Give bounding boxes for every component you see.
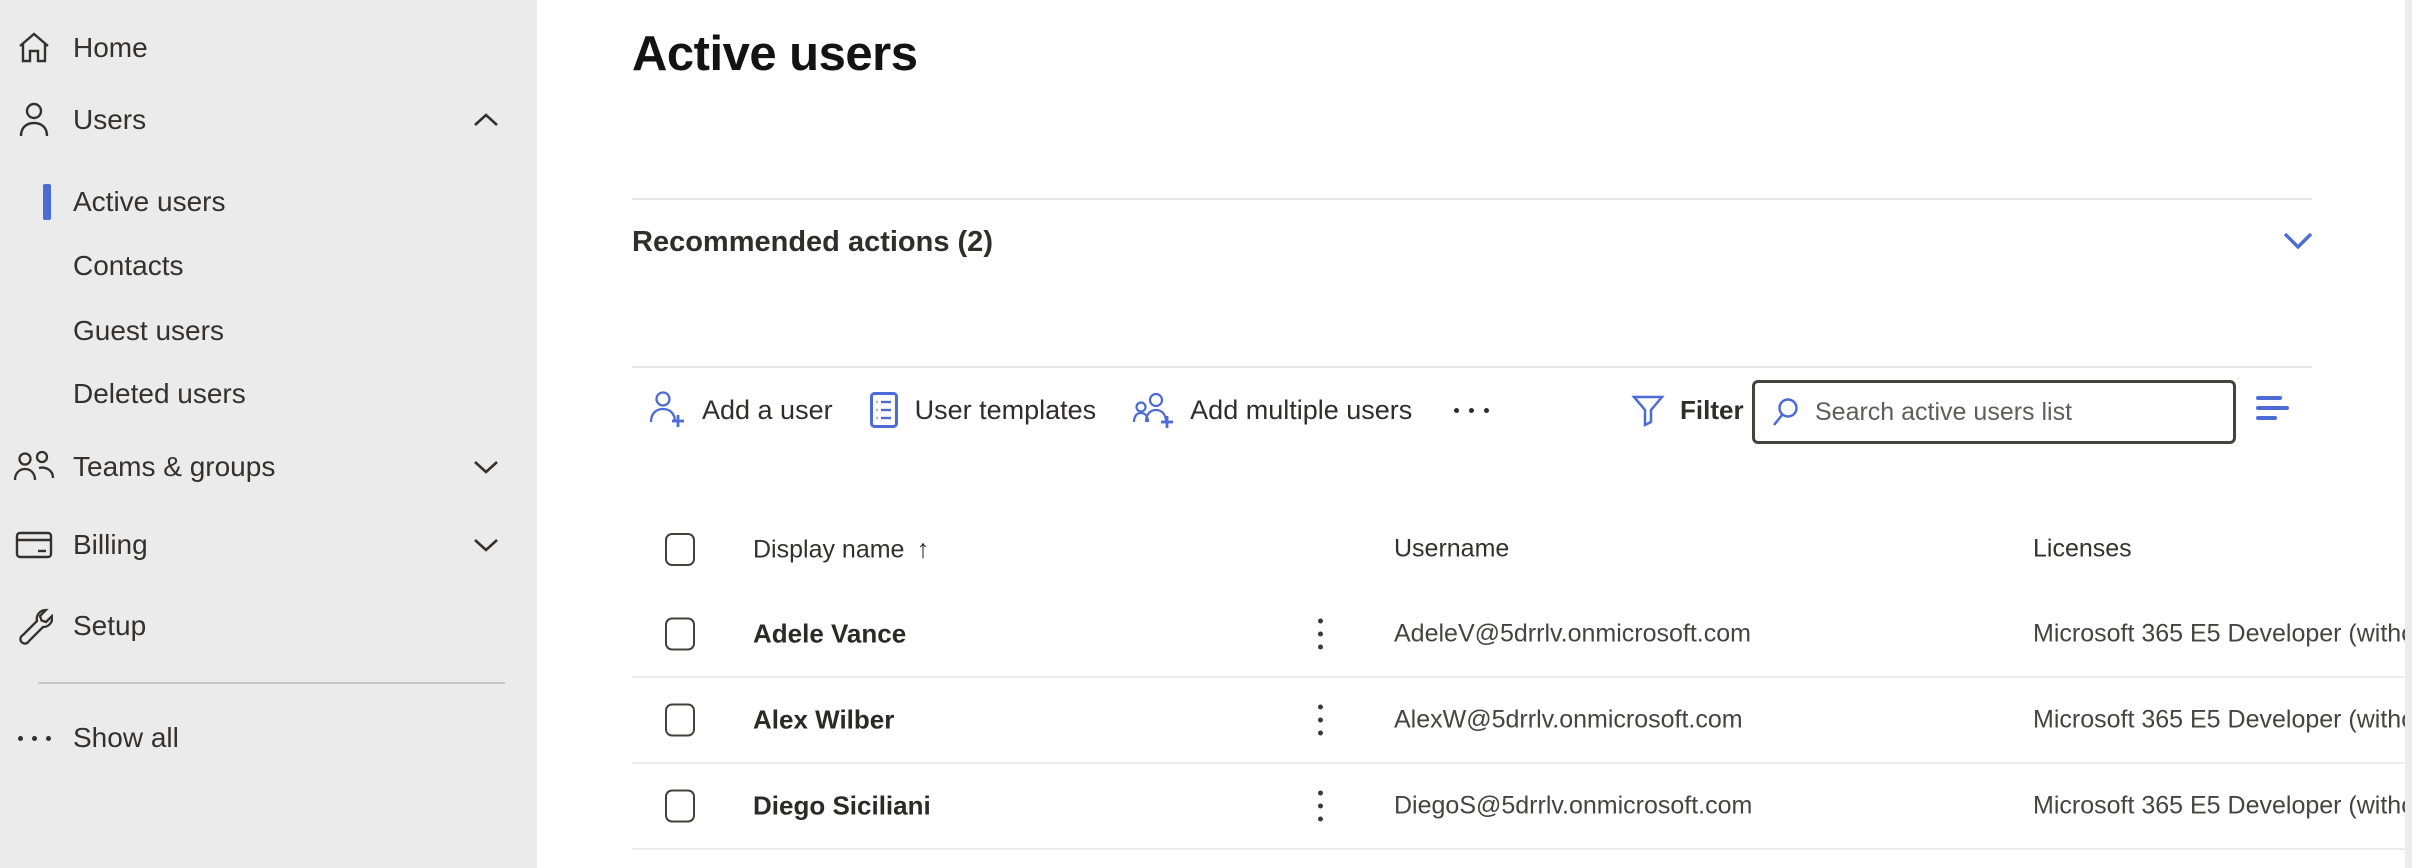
filter-button[interactable]: Filter — [1630, 378, 1744, 442]
display-name-cell[interactable]: Diego Siciliani — [753, 791, 931, 822]
select-all-checkbox[interactable] — [665, 533, 695, 566]
title-divider — [632, 198, 2312, 200]
username-cell: AdeleV@5drrlv.onmicrosoft.com — [1394, 620, 1751, 649]
column-header-username[interactable]: Username — [1394, 535, 1509, 564]
sidebar-item-label: Active users — [73, 186, 226, 218]
search-box — [1752, 380, 2236, 444]
template-list-icon — [869, 391, 899, 429]
chevron-down-icon[interactable] — [472, 537, 500, 553]
user-templates-button[interactable]: User templates — [869, 391, 1097, 429]
sidebar-item-guest-users[interactable]: Guest users — [0, 299, 537, 363]
column-header-display-name[interactable]: Display name ↑ — [753, 534, 929, 565]
filter-label: Filter — [1680, 395, 1744, 426]
sidebar-item-label: Show all — [73, 722, 179, 754]
sidebar-item-label: Home — [73, 32, 148, 64]
left-nav: Home Users Active users Contacts Guest u… — [0, 0, 537, 868]
sidebar-divider — [38, 682, 505, 684]
home-icon — [8, 28, 60, 68]
wrench-icon — [8, 607, 60, 645]
sidebar-item-label: Teams & groups — [73, 451, 275, 483]
page-title: Active users — [632, 26, 917, 82]
row-checkbox[interactable] — [665, 704, 695, 737]
sidebar-item-label: Deleted users — [73, 378, 246, 410]
toolbar-divider — [632, 366, 2312, 368]
sidebar-item-active-users[interactable]: Active users — [0, 170, 537, 234]
people-icon — [8, 449, 60, 485]
username-header-label: Username — [1394, 535, 1509, 563]
sidebar-item-label: Users — [73, 104, 146, 136]
row-checkbox[interactable] — [665, 790, 695, 823]
add-user-button[interactable]: Add a user — [648, 390, 833, 430]
column-header-licenses[interactable]: Licenses — [2033, 535, 2132, 564]
sidebar-item-teams-groups[interactable]: Teams & groups — [0, 435, 537, 499]
chevron-down-icon[interactable] — [2281, 230, 2315, 252]
person-add-icon — [648, 390, 686, 430]
add-multiple-users-button[interactable]: Add multiple users — [1132, 390, 1412, 430]
sidebar-item-label: Billing — [73, 529, 148, 561]
sidebar-item-contacts[interactable]: Contacts — [0, 234, 537, 298]
sidebar-item-billing[interactable]: Billing — [0, 513, 537, 577]
username-cell: AlexW@5drrlv.onmicrosoft.com — [1394, 706, 1743, 735]
chevron-down-icon[interactable] — [472, 459, 500, 475]
scrollbar-track[interactable] — [2405, 0, 2412, 868]
sidebar-item-users[interactable]: Users — [0, 88, 537, 152]
sidebar-item-label: Setup — [73, 610, 146, 642]
magnifier-icon — [1771, 397, 1801, 427]
filter-lines-icon[interactable] — [2256, 396, 2289, 426]
add-user-label: Add a user — [702, 395, 833, 426]
row-more-button[interactable] — [1314, 615, 1327, 654]
licenses-cell: Microsoft 365 E5 Developer (withou — [2033, 706, 2406, 735]
ellipsis-horizontal-icon — [8, 736, 60, 741]
table-header-row: Display name ↑ Username Licenses — [632, 506, 2406, 592]
toolbar: Add a user User templates Add mu — [648, 378, 1495, 442]
display-name-cell[interactable]: Adele Vance — [753, 619, 906, 650]
table-body: Adele Vance AdeleV@5drrlv.onmicrosoft.co… — [632, 592, 2406, 850]
recommended-actions-header[interactable]: Recommended actions (2) — [632, 226, 993, 259]
licenses-header-label: Licenses — [2033, 535, 2132, 563]
sidebar-item-label: Contacts — [73, 250, 184, 282]
sidebar-item-setup[interactable]: Setup — [0, 594, 537, 658]
sidebar-item-home[interactable]: Home — [0, 16, 537, 80]
licenses-cell: Microsoft 365 E5 Developer (withou — [2033, 792, 2406, 821]
table-row[interactable]: Adele Vance AdeleV@5drrlv.onmicrosoft.co… — [632, 592, 2406, 678]
licenses-cell: Microsoft 365 E5 Developer (withou — [2033, 620, 2406, 649]
display-name-cell[interactable]: Alex Wilber — [753, 705, 894, 736]
sidebar-item-deleted-users[interactable]: Deleted users — [0, 362, 537, 426]
person-icon — [8, 101, 60, 139]
arrow-up-icon: ↑ — [916, 534, 929, 564]
table-row[interactable]: Alex Wilber AlexW@5drrlv.onmicrosoft.com… — [632, 678, 2406, 764]
people-add-icon — [1132, 390, 1174, 430]
sidebar-item-show-all[interactable]: Show all — [0, 706, 537, 770]
display-name-header-label: Display name — [753, 536, 904, 564]
row-checkbox[interactable] — [665, 618, 695, 651]
user-templates-label: User templates — [915, 395, 1097, 426]
toolbar-more-button[interactable] — [1448, 408, 1495, 413]
username-cell: DiegoS@5drrlv.onmicrosoft.com — [1394, 792, 1752, 821]
table-row[interactable]: Diego Siciliani DiegoS@5drrlv.onmicrosof… — [632, 764, 2406, 850]
row-more-button[interactable] — [1314, 787, 1327, 826]
search-input[interactable] — [1815, 398, 2219, 427]
chevron-up-icon[interactable] — [472, 112, 500, 128]
sidebar-item-label: Guest users — [73, 315, 224, 347]
selected-indicator — [43, 184, 51, 220]
row-more-button[interactable] — [1314, 701, 1327, 740]
funnel-icon — [1630, 392, 1666, 428]
add-multiple-users-label: Add multiple users — [1190, 395, 1412, 426]
credit-card-icon — [8, 529, 60, 561]
